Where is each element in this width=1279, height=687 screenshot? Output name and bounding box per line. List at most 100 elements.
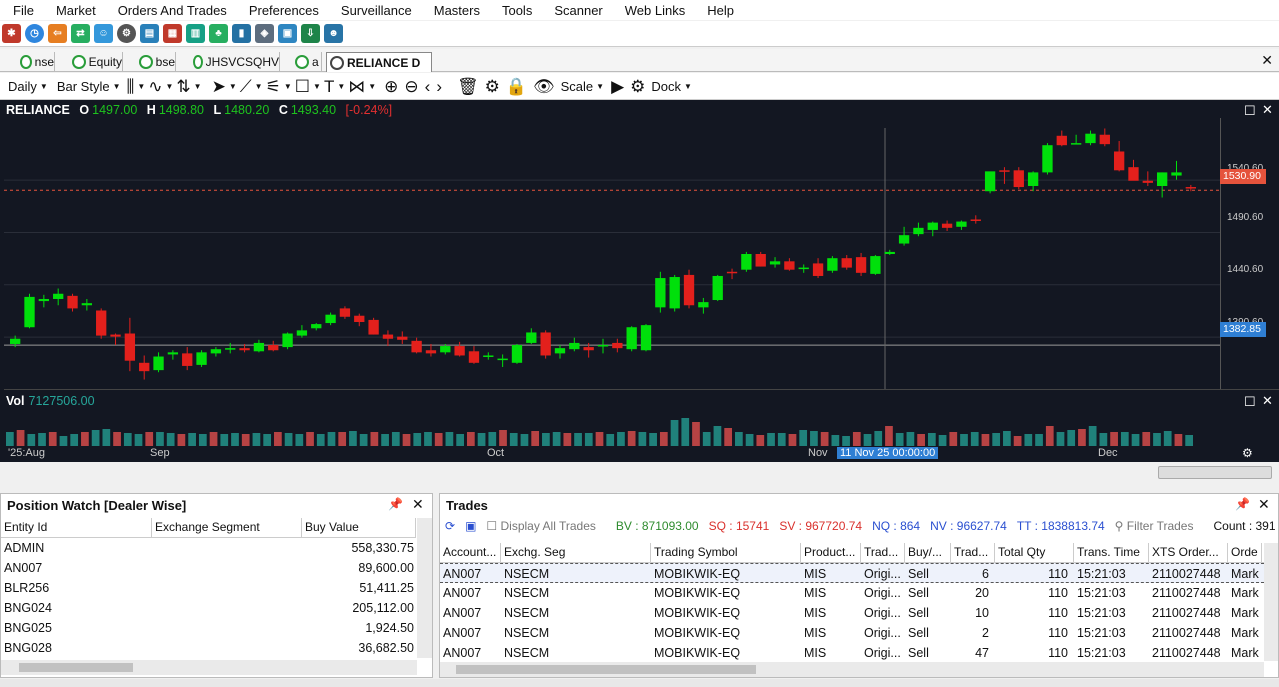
refresh-icon[interactable]: ⟳: [445, 519, 455, 533]
login-icon[interactable]: ⇦: [48, 24, 67, 43]
download-icon[interactable]: ⇩: [301, 24, 320, 43]
rectangle-icon[interactable]: ☐: [295, 78, 310, 95]
table-row[interactable]: AN007 NSECM MOBIKWIK-EQ MIS Origi... Sell 6 110…: [440, 563, 1264, 583]
tab-equity[interactable]: Equity: [69, 52, 123, 72]
delete-icon[interactable]: 🗑: [457, 78, 479, 95]
candle-type-icon[interactable]: ⫼: [127, 78, 135, 95]
col-header[interactable]: Trad...: [951, 543, 995, 562]
filter-trades-button[interactable]: ⚲ Filter Trades: [1115, 519, 1204, 533]
pattern-icon[interactable]: ⋈: [348, 78, 365, 95]
indicator-icon[interactable]: ∿: [148, 78, 162, 95]
network-icon[interactable]: ✱: [2, 24, 21, 43]
table-row[interactable]: BNG024 205,112.00: [1, 598, 417, 618]
tab-bse[interactable]: bse: [136, 52, 176, 72]
scroll-right-icon[interactable]: ›: [436, 78, 442, 95]
portfolio-icon[interactable]: ▥: [186, 24, 205, 43]
close-icon[interactable]: ✕: [1258, 496, 1270, 513]
display-all-trades-toggle[interactable]: ☐ Display All Trades: [486, 519, 605, 533]
menu-item-help[interactable]: Help: [694, 3, 743, 18]
compare-icon[interactable]: ⇅: [176, 78, 190, 95]
chart-scrollbar[interactable]: [1158, 466, 1272, 479]
menu-item-orders-and-trades[interactable]: Orders And Trades: [105, 3, 236, 18]
pointer-icon[interactable]: ➤: [212, 78, 226, 95]
chart-style-dropdown[interactable]: Bar Style ▼: [57, 79, 121, 94]
eye-icon[interactable]: 👁: [533, 78, 555, 95]
table-row[interactable]: BNG025 1,924.50: [1, 618, 417, 638]
table-row[interactable]: AN007 89,600.00: [1, 558, 417, 578]
price-axis[interactable]: 1540.60 1490.60 1440.60 1390.60: [1220, 118, 1279, 390]
lock-icon[interactable]: 🔒: [506, 78, 527, 95]
pin-icon[interactable]: 📌: [388, 497, 403, 511]
table-row[interactable]: AN007 NSECM MOBIKWIK-EQ MIS Origi... Sell 47 11…: [440, 643, 1264, 663]
zoom-in-icon[interactable]: ⊕: [384, 78, 398, 95]
settings-icon[interactable]: ⚙: [117, 24, 136, 43]
horizontal-scrollbar[interactable]: [440, 662, 1264, 677]
time-axis[interactable]: '25:Aug Sep Oct Nov 11 Nov 25 00:00:00 D…: [4, 447, 1220, 461]
menu-item-masters[interactable]: Masters: [421, 3, 489, 18]
col-entity-id[interactable]: Entity Id: [1, 518, 152, 537]
tab-a[interactable]: a: [292, 52, 322, 72]
users-icon[interactable]: ☻: [324, 24, 343, 43]
tab-jhsvcsqhv[interactable]: JHSVCSQHV: [190, 52, 280, 72]
user-icon[interactable]: ☺: [94, 24, 113, 43]
calculator-icon[interactable]: ▣: [278, 24, 297, 43]
close-icon[interactable]: ✕: [1262, 102, 1273, 118]
close-icon[interactable]: ✕: [412, 496, 424, 513]
tab-reliance-d[interactable]: RELIANCE D: [326, 52, 432, 72]
clock-icon[interactable]: ◷: [25, 24, 44, 43]
menu-item-web-links[interactable]: Web Links: [612, 3, 694, 18]
interval-dropdown[interactable]: Daily ▼: [8, 79, 48, 94]
tab-nse[interactable]: nse: [17, 52, 55, 72]
col-header[interactable]: Orde: [1228, 543, 1262, 562]
col-header[interactable]: Trading Symbol: [651, 543, 801, 562]
table-row[interactable]: BNG028 36,682.50: [1, 638, 417, 658]
package-icon[interactable]: ◈: [255, 24, 274, 43]
bar-chart-icon[interactable]: ▮: [232, 24, 251, 43]
col-header[interactable]: Trans. Time: [1074, 543, 1149, 562]
maximize-icon[interactable]: ☐: [1244, 394, 1256, 410]
scroll-thumb[interactable]: [456, 665, 756, 674]
text-tool-icon[interactable]: T: [324, 78, 334, 95]
col-header[interactable]: Exchg. Seg: [501, 543, 651, 562]
menu-item-preferences[interactable]: Preferences: [236, 3, 328, 18]
play-icon[interactable]: ▶: [611, 78, 624, 95]
volume-panel[interactable]: [4, 412, 1220, 446]
gear-icon[interactable]: ⚙: [485, 78, 500, 95]
table-row[interactable]: ADMIN 558,330.75: [1, 538, 417, 558]
col-header[interactable]: Buy/...: [905, 543, 951, 562]
scroll-left-icon[interactable]: ‹: [425, 78, 431, 95]
report-icon[interactable]: ▦: [163, 24, 182, 43]
market-watch-icon[interactable]: ♣: [209, 24, 228, 43]
table-row[interactable]: BLR256 51,411.25: [1, 578, 417, 598]
pin-icon[interactable]: 📌: [1235, 497, 1250, 511]
col-buy-value[interactable]: Buy Value: [302, 518, 416, 537]
table-row[interactable]: AN007 NSECM MOBIKWIK-EQ MIS Origi... Sell 10 11…: [440, 603, 1264, 623]
gear-icon[interactable]: ⚙: [1242, 446, 1253, 460]
export-icon[interactable]: ▣: [465, 519, 476, 533]
exchange-icon[interactable]: ⇄: [71, 24, 90, 43]
close-icon[interactable]: ✕: [1261, 52, 1273, 69]
dock-dropdown[interactable]: Dock ▼: [651, 79, 692, 94]
price-panel[interactable]: [4, 118, 1220, 390]
menu-item-file[interactable]: File: [0, 3, 43, 18]
vertical-scrollbar[interactable]: [1264, 543, 1278, 661]
menu-item-surveillance[interactable]: Surveillance: [328, 3, 421, 18]
horizontal-scrollbar[interactable]: [1, 660, 417, 675]
col-header[interactable]: Product...: [801, 543, 861, 562]
chart-area[interactable]: RELIANCE O 1497.00 H 1498.80 L 1480.20 C 149…: [0, 100, 1279, 462]
zoom-out-icon[interactable]: ⊖: [404, 78, 418, 95]
order-entry-icon[interactable]: ▤: [140, 24, 159, 43]
fib-tool-icon[interactable]: ⚟: [266, 78, 281, 95]
table-row[interactable]: AN007 NSECM MOBIKWIK-EQ MIS Origi... Sell 2 110…: [440, 623, 1264, 643]
menu-item-scanner[interactable]: Scanner: [541, 3, 611, 18]
maximize-icon[interactable]: ☐: [1244, 103, 1256, 119]
menu-item-tools[interactable]: Tools: [489, 3, 541, 18]
trend-line-icon[interactable]: ⟋: [240, 78, 252, 95]
table-row[interactable]: AN007 NSECM MOBIKWIK-EQ MIS Origi... Sell 20 11…: [440, 583, 1264, 603]
vertical-scrollbar[interactable]: [417, 518, 432, 658]
scroll-thumb[interactable]: [19, 663, 133, 672]
close-icon[interactable]: ✕: [1262, 393, 1273, 409]
col-header[interactable]: Trad...: [861, 543, 905, 562]
col-header[interactable]: XTS Order...: [1149, 543, 1228, 562]
settings-gear-icon[interactable]: ⚙: [630, 78, 645, 95]
